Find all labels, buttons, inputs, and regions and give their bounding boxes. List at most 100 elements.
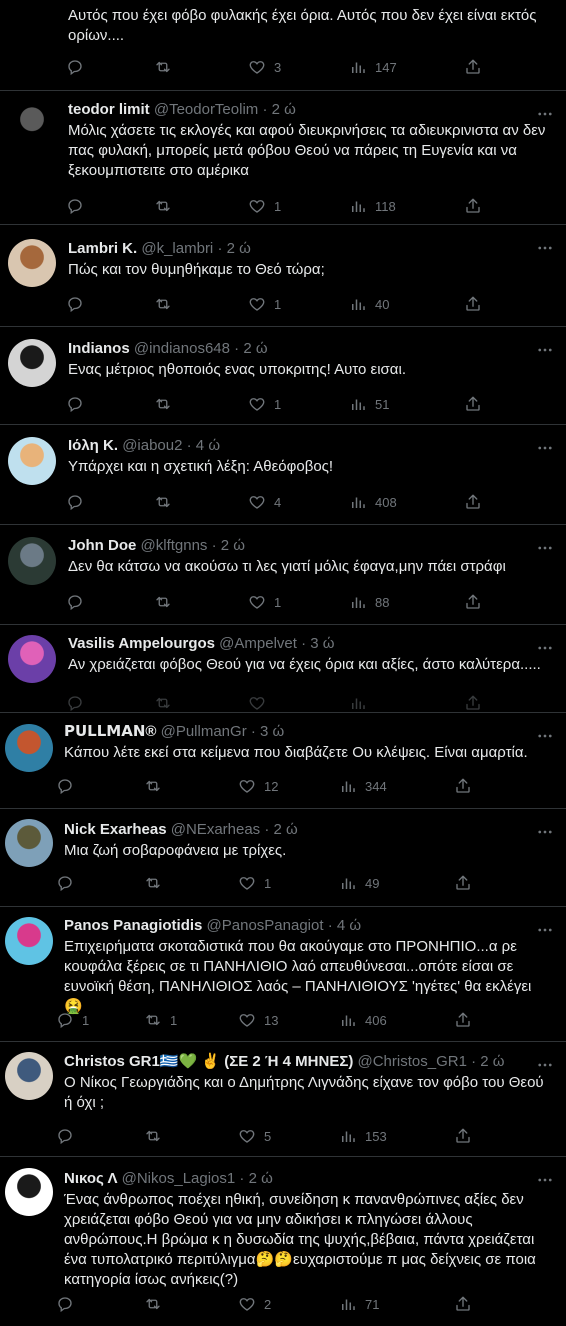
timestamp[interactable]: · 2 ώ [264,821,297,838]
share-button[interactable] [464,492,482,512]
share-button[interactable] [464,57,482,77]
retweet-button[interactable] [154,394,180,414]
author-name[interactable]: teodor limit [68,101,150,118]
author-name[interactable]: Vasilis Ampelourgos [68,635,215,652]
more-options-icon[interactable] [536,823,554,841]
timestamp[interactable]: · 3 ώ [251,723,284,740]
views-button[interactable]: 406 [339,1010,387,1030]
author-handle[interactable]: @Ampelvet [219,635,297,652]
share-button[interactable] [454,1294,472,1314]
tweet[interactable]: Indianos @indianos648 · 2 ώ Ενας μέτριος… [0,327,566,425]
author-name[interactable]: 𝗣𝗨𝗟𝗟𝗠𝗔𝗡® [64,723,156,740]
views-button[interactable]: 118 [349,196,396,216]
author-name[interactable]: Ιόλη Κ. [68,437,118,454]
like-button[interactable]: 1 [248,196,281,216]
author-handle[interactable]: @k_lambri [141,240,213,257]
reply-button[interactable] [56,776,82,796]
author-name[interactable]: Nick Exarheas [64,821,167,838]
timestamp[interactable]: · 2 ώ [217,240,250,257]
tweet[interactable]: Nick Exarheas @NExarheas · 2 ώ Μια ζωή σ… [0,809,566,907]
avatar[interactable] [5,819,53,867]
like-button[interactable]: 1 [248,592,281,612]
tweet[interactable]: teodor limit @TeodorTeolim · 2 ώ Μόλις χ… [0,91,566,225]
retweet-button[interactable] [154,592,180,612]
retweet-button[interactable] [144,1294,170,1314]
views-button[interactable]: 147 [349,57,397,77]
views-button[interactable]: 408 [349,492,397,512]
author-name[interactable]: Christos GR1🇬🇷💚 ✌️ (ΣΕ 2 Ή 4 ΜΗΝΕΣ) [64,1053,353,1070]
more-options-icon[interactable] [536,921,554,939]
avatar[interactable] [5,1052,53,1100]
reply-button[interactable] [66,196,92,216]
tweet[interactable]: Vasilis Ampelourgos @Ampelvet · 3 ώ Αν χ… [0,625,566,713]
avatar[interactable] [8,635,56,683]
reply-button[interactable] [66,592,92,612]
author-handle[interactable]: @PanosPanagiot [207,917,324,934]
more-options-icon[interactable] [536,239,554,257]
views-button[interactable]: 51 [349,394,389,414]
more-options-icon[interactable] [536,639,554,657]
timestamp[interactable]: · 4 ώ [328,917,361,934]
views-button[interactable]: 40 [349,294,389,314]
like-button[interactable]: 1 [238,873,271,893]
reply-button[interactable] [66,693,92,712]
author-name[interactable]: Νικος Λ [64,1170,117,1187]
more-options-icon[interactable] [536,1171,554,1189]
more-options-icon[interactable] [536,1056,554,1074]
timestamp[interactable]: · 4 ώ [187,437,220,454]
reply-button[interactable]: 1 [56,1010,89,1030]
retweet-button[interactable] [144,1126,170,1146]
avatar[interactable] [8,339,56,387]
author-handle[interactable]: @Nikos_Lagios1 [122,1170,236,1187]
retweet-button[interactable]: 1 [144,1010,177,1030]
retweet-button[interactable] [154,57,180,77]
timestamp[interactable]: · 2 ώ [471,1053,504,1070]
retweet-button[interactable] [154,492,180,512]
more-options-icon[interactable] [536,727,554,745]
reply-button[interactable] [66,394,92,414]
share-button[interactable] [454,873,472,893]
author-name[interactable]: Panos Panagiotidis [64,917,202,934]
reply-button[interactable] [66,492,92,512]
views-button[interactable]: 49 [339,873,379,893]
share-button[interactable] [464,693,482,712]
more-options-icon[interactable] [536,439,554,457]
avatar[interactable] [8,239,56,287]
reply-button[interactable] [66,294,92,314]
share-button[interactable] [464,196,482,216]
avatar[interactable] [5,1168,53,1216]
views-button[interactable] [349,693,375,712]
author-handle[interactable]: @klftgnns [141,537,208,554]
share-button[interactable] [464,394,482,414]
share-button[interactable] [454,776,472,796]
tweet[interactable]: Lambri K. @k_lambri · 2 ώ Πώς και τον θυ… [0,225,566,327]
retweet-button[interactable] [154,294,180,314]
share-button[interactable] [464,592,482,612]
like-button[interactable]: 1 [248,294,281,314]
author-name[interactable]: Indianos [68,340,130,357]
tweet[interactable]: Panos Panagiotidis @PanosPanagiot · 4 ώ … [0,907,566,1042]
tweet[interactable]: Νικος Λ @Nikos_Lagios1 · 2 ώ Ένας άνθρωπ… [0,1157,566,1326]
author-name[interactable]: Lambri K. [68,240,137,257]
avatar[interactable] [5,917,53,965]
tweet[interactable]: Αυτός που έχει φόβο φυλακής έχει όρια. Α… [0,0,566,91]
reply-button[interactable] [56,1294,82,1314]
tweet[interactable]: 𝗣𝗨𝗟𝗟𝗠𝗔𝗡® @PullmanGr · 3 ώ Κάπου λέτε εκε… [0,713,566,809]
author-handle[interactable]: @TeodorTeolim [154,101,258,118]
views-button[interactable]: 71 [339,1294,379,1314]
like-button[interactable]: 3 [248,57,281,77]
author-handle[interactable]: @indianos648 [134,340,230,357]
retweet-button[interactable] [154,693,180,712]
like-button[interactable]: 1 [248,394,281,414]
like-button[interactable]: 13 [238,1010,278,1030]
tweet[interactable]: John Doe @klftgnns · 2 ώ Δεν θα κάτσω να… [0,525,566,625]
share-button[interactable] [454,1126,472,1146]
more-options-icon[interactable] [536,539,554,557]
share-button[interactable] [464,294,482,314]
retweet-button[interactable] [144,776,170,796]
like-button[interactable]: 12 [238,776,278,796]
views-button[interactable]: 344 [339,776,387,796]
views-button[interactable]: 153 [339,1126,387,1146]
like-button[interactable]: 2 [238,1294,271,1314]
author-handle[interactable]: @iabou2 [122,437,182,454]
